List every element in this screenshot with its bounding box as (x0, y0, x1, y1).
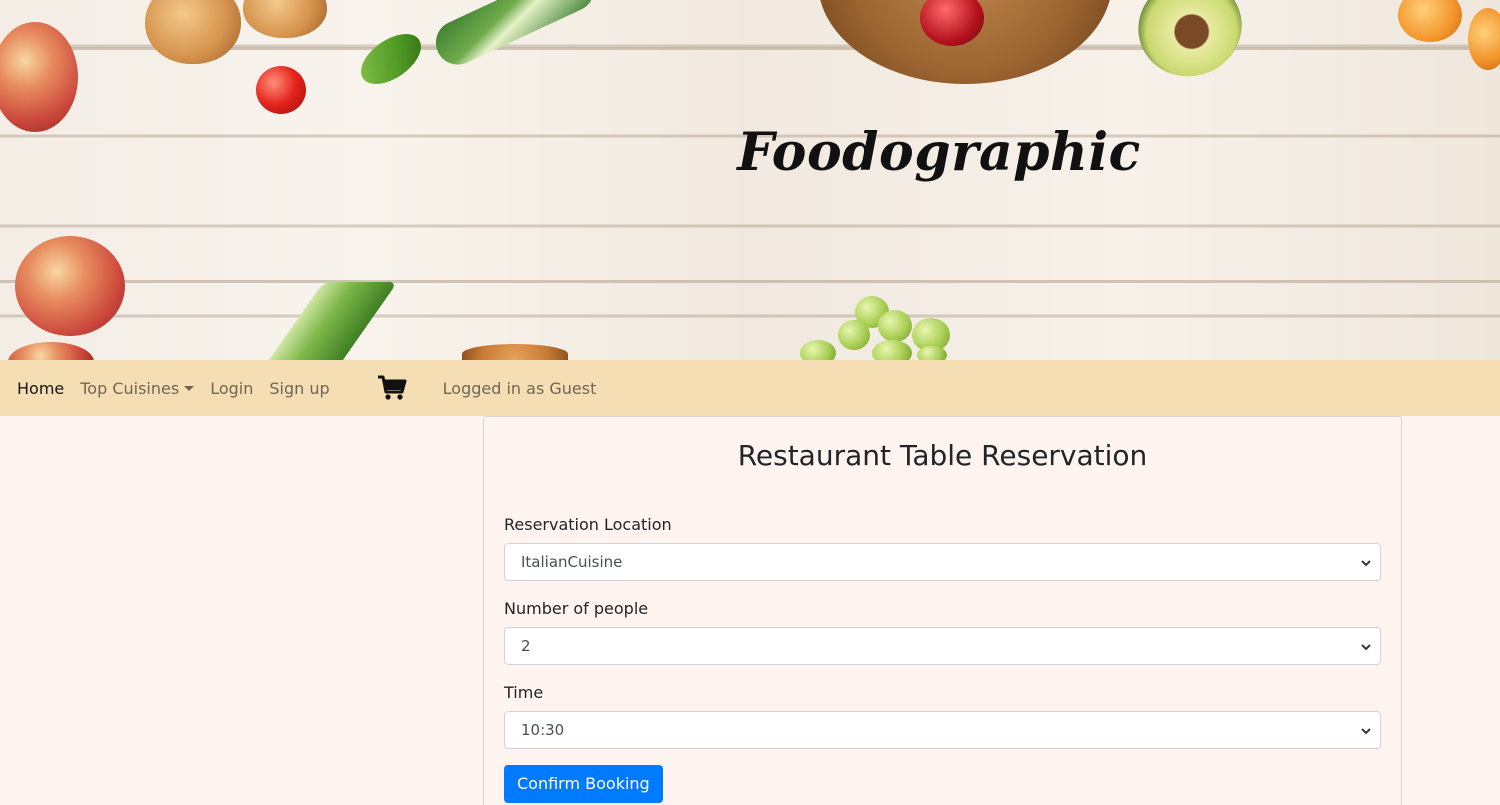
onion-image (145, 0, 241, 64)
logged-in-status: Logged in as Guest (442, 378, 597, 398)
time-group: Time 10:30 (504, 683, 1381, 749)
nav-login-link[interactable]: Login (210, 379, 253, 398)
chevron-down-icon (1361, 560, 1371, 567)
orange-image (1398, 0, 1462, 42)
hero-banner: Foodographic (0, 0, 1500, 360)
nav-top-cuisines-dropdown[interactable]: Top Cuisines (80, 378, 195, 398)
location-group: Reservation Location ItalianCuisine (504, 515, 1381, 581)
people-group: Number of people 2 (504, 599, 1381, 665)
confirm-booking-button[interactable]: Confirm Booking (504, 765, 663, 803)
location-label: Reservation Location (504, 515, 672, 534)
grape-image (838, 320, 870, 350)
grape-image (917, 346, 947, 360)
time-select-value: 10:30 (521, 721, 565, 739)
cucumber-image (428, 0, 602, 72)
grape-image (878, 310, 912, 342)
location-select-value: ItalianCuisine (521, 553, 623, 571)
time-label: Time (504, 683, 544, 702)
time-select[interactable]: 10:30 (504, 711, 1381, 749)
dropdown-caret-icon (184, 385, 195, 391)
chevron-down-icon (1361, 644, 1371, 651)
leek-image (260, 282, 398, 360)
shopping-cart-icon[interactable] (377, 375, 407, 401)
main-navbar: Home Top Cuisines Login Sign up Logged i… (0, 360, 1500, 416)
people-label: Number of people (504, 599, 649, 618)
people-select[interactable]: 2 (504, 627, 1381, 665)
reservation-title: Restaurant Table Reservation (737, 439, 1148, 472)
bread-image (462, 344, 568, 360)
location-select[interactable]: ItalianCuisine (504, 543, 1381, 581)
apple-image (15, 236, 125, 336)
nav-signup-link[interactable]: Sign up (269, 379, 329, 398)
tomato-image (256, 66, 306, 114)
site-title: Foodographic (737, 122, 1141, 183)
grape-image (800, 340, 836, 360)
grape-image (872, 340, 912, 360)
orange-slice-image (1468, 8, 1500, 70)
apple-image (0, 22, 78, 132)
apple-image (8, 342, 94, 360)
onion-image (243, 0, 327, 38)
nav-home-link[interactable]: Home (17, 379, 64, 398)
nav-top-cuisines-label: Top Cuisines (80, 378, 180, 398)
avocado-image (1124, 0, 1256, 91)
chevron-down-icon (1361, 728, 1371, 735)
peapod-image (352, 23, 430, 95)
people-select-value: 2 (521, 637, 531, 655)
reservation-card: Restaurant Table Reservation Reservation… (483, 416, 1402, 805)
wood-plank-line (0, 280, 1500, 283)
